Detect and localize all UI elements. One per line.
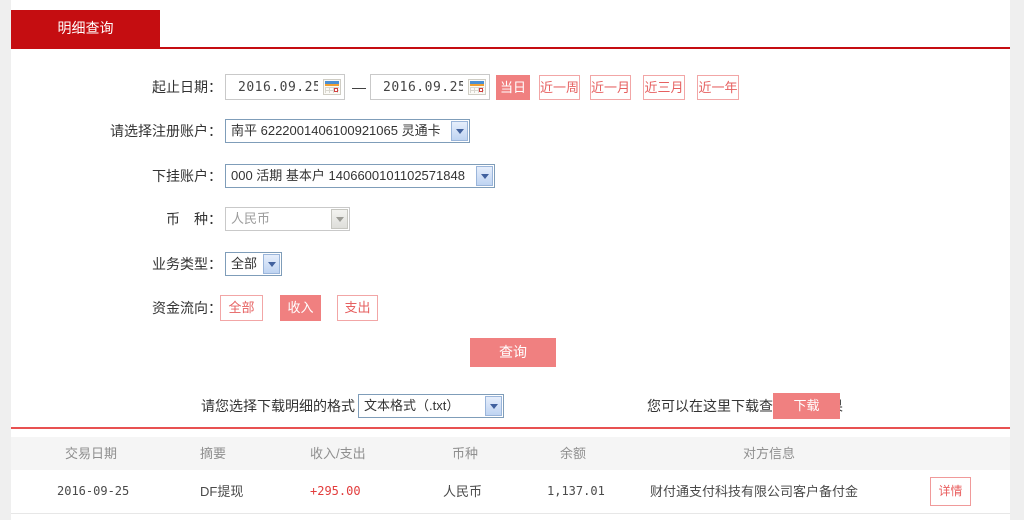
header-counterparty: 对方信息 bbox=[743, 437, 795, 470]
sub-account-label: 下挂账户： bbox=[11, 164, 222, 188]
header-summary: 摘要 bbox=[200, 437, 226, 470]
chevron-down-icon bbox=[263, 254, 280, 274]
fund-flow-income-button[interactable]: 收入 bbox=[280, 295, 321, 321]
end-date-field[interactable] bbox=[370, 74, 490, 100]
register-account-value: 南平 6222001406100921065 灵通卡 bbox=[231, 123, 441, 138]
header-income-expense: 收入/支出 bbox=[310, 437, 366, 470]
cell-trade-date: 2016-09-25 bbox=[57, 470, 129, 513]
detail-button[interactable]: 详情 bbox=[930, 477, 971, 506]
chevron-down-icon bbox=[476, 166, 493, 186]
fund-flow-expense-button[interactable]: 支出 bbox=[337, 295, 378, 321]
calendar-icon-today-dot bbox=[334, 88, 338, 92]
header-balance: 余额 bbox=[560, 437, 586, 470]
chevron-down-icon bbox=[485, 396, 502, 416]
query-button[interactable]: 查询 bbox=[470, 338, 556, 367]
table-top-line bbox=[11, 427, 1010, 429]
header-currency: 币种 bbox=[452, 437, 478, 470]
register-account-select[interactable]: 南平 6222001406100921065 灵通卡 bbox=[225, 119, 470, 143]
row-divider bbox=[11, 513, 1010, 514]
quick-range-month-button[interactable]: 近一月 bbox=[590, 75, 631, 100]
download-format-label: 请您选择下载明细的格式 bbox=[11, 393, 355, 419]
cell-summary: DF提现 bbox=[200, 470, 243, 513]
tab-detail-query[interactable]: 明细查询 bbox=[11, 10, 160, 47]
download-format-value: 文本格式（.txt） bbox=[364, 398, 459, 413]
register-account-label: 请选择注册账户： bbox=[11, 119, 222, 143]
business-type-select[interactable]: 全部 bbox=[225, 252, 282, 276]
end-date-input[interactable] bbox=[371, 75, 463, 99]
cell-counterparty: 财付通支付科技有限公司客户备付金 bbox=[650, 470, 858, 513]
download-button[interactable]: 下载 bbox=[773, 393, 840, 419]
calendar-icon-stripe bbox=[470, 84, 484, 86]
currency-value: 人民币 bbox=[231, 211, 270, 226]
sub-account-value: 000 活期 基本户 1406600101102571848 bbox=[231, 168, 465, 183]
fund-flow-all-button[interactable]: 全部 bbox=[220, 295, 263, 321]
content-panel: 明细查询 起止日期： — 当日 近一周 近一月 近三月 bbox=[11, 0, 1010, 520]
fund-flow-label: 资金流向： bbox=[11, 295, 222, 321]
sub-account-select[interactable]: 000 活期 基本户 1406600101102571848 bbox=[225, 164, 495, 188]
currency-select: 人民币 bbox=[225, 207, 350, 231]
quick-range-year-button[interactable]: 近一年 bbox=[697, 75, 739, 100]
table-header: 交易日期 摘要 收入/支出 币种 余额 对方信息 bbox=[11, 437, 1010, 470]
quick-range-today-button[interactable]: 当日 bbox=[496, 75, 530, 100]
header-trade-date: 交易日期 bbox=[65, 437, 117, 470]
cell-amount: +295.00 bbox=[310, 470, 361, 513]
calendar-icon[interactable] bbox=[468, 79, 486, 95]
chevron-down-icon bbox=[451, 121, 468, 141]
calendar-icon-today-dot bbox=[479, 88, 483, 92]
cell-currency: 人民币 bbox=[443, 470, 482, 513]
page: 明细查询 起止日期： — 当日 近一周 近一月 近三月 bbox=[0, 0, 1024, 520]
start-date-field[interactable] bbox=[225, 74, 345, 100]
table-row: 2016-09-25 DF提现 +295.00 人民币 1,137.01 财付通… bbox=[11, 470, 1010, 513]
quick-range-3months-button[interactable]: 近三月 bbox=[643, 75, 685, 100]
cell-balance: 1,137.01 bbox=[547, 470, 605, 513]
calendar-icon[interactable] bbox=[323, 79, 341, 95]
business-type-label: 业务类型： bbox=[11, 252, 222, 276]
business-type-value: 全部 bbox=[231, 256, 257, 271]
quick-range-week-button[interactable]: 近一周 bbox=[539, 75, 580, 100]
currency-label: 币 种： bbox=[11, 207, 222, 231]
start-date-input[interactable] bbox=[226, 75, 318, 99]
download-format-select[interactable]: 文本格式（.txt） bbox=[358, 394, 504, 418]
chevron-down-icon bbox=[331, 209, 348, 229]
calendar-icon-stripe bbox=[325, 84, 339, 86]
date-range-label: 起止日期： bbox=[11, 74, 222, 100]
date-range-separator: — bbox=[348, 74, 370, 100]
tab-underline bbox=[11, 47, 1010, 49]
